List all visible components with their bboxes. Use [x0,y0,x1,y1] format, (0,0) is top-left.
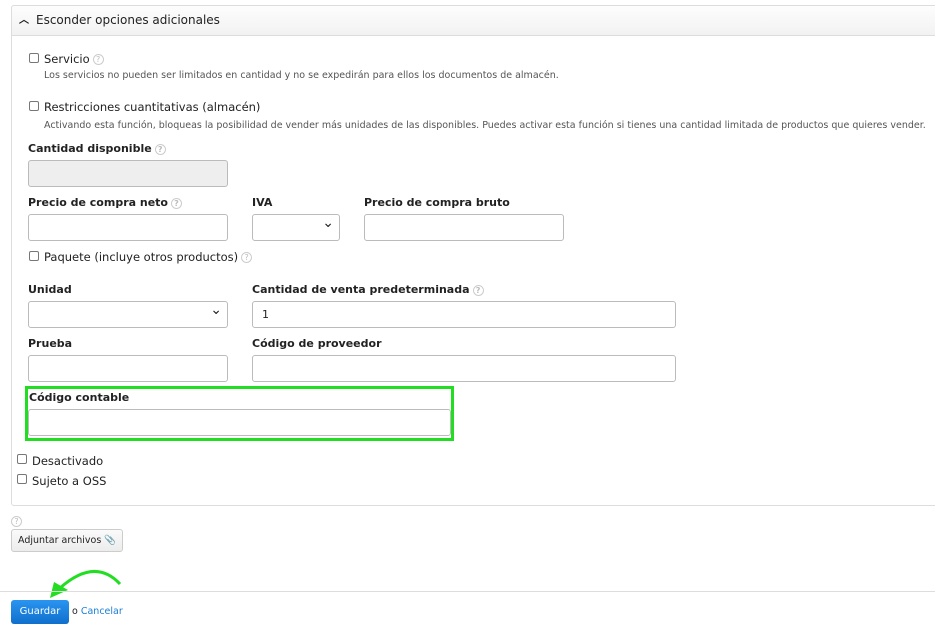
help-icon[interactable]: ? [241,252,253,263]
footer-divider [0,591,935,592]
cantidad-disponible-input [28,160,228,187]
toggle-additional-options[interactable]: ︿ Esconder opciones adicionales [11,5,935,36]
cantidad-venta-label: Cantidad de venta predeterminada [252,283,470,296]
paperclip-icon: 📎 [104,535,117,546]
servicio-label: Servicio [44,52,90,66]
restricciones-label: Restricciones cuantitativas (almacén) [44,100,261,114]
oss-checkbox[interactable] [17,474,27,484]
prueba-input[interactable] [28,355,228,382]
precio-bruto-label: Precio de compra bruto [364,196,510,209]
precio-neto-input[interactable] [28,214,228,241]
cantidad-disponible-label: Cantidad disponible [28,142,152,155]
precio-bruto-input[interactable] [364,214,564,241]
cantidad-venta-input[interactable]: 1 [252,301,676,328]
help-icon[interactable]: ? [154,143,166,155]
arrow-annotation [50,569,122,598]
servicio-desc: Los servicios no pueden ser limitados en… [44,70,559,81]
toggle-label: Esconder opciones adicionales [36,13,220,27]
codigo-proveedor-label: Código de proveedor [252,337,382,350]
unidad-label: Unidad [28,283,72,296]
paquete-label: Paquete (incluye otros productos) [44,250,239,264]
oss-label: Sujeto a OSS [32,474,107,488]
unidad-select[interactable] [28,301,228,328]
cancel-link[interactable]: Cancelar [81,606,123,617]
desactivado-checkbox[interactable] [17,454,27,464]
servicio-checkbox[interactable] [29,53,39,63]
help-icon[interactable]: ? [11,516,22,527]
save-button[interactable]: Guardar [11,600,69,624]
codigo-contable-label: Código contable [29,391,130,404]
paquete-checkbox[interactable] [29,251,39,261]
precio-neto-label: Precio de compra neto [28,196,168,209]
chevron-up-icon: ︿ [19,15,29,26]
iva-label: IVA [252,196,273,209]
or-text: o [72,606,78,617]
codigo-proveedor-input[interactable] [252,355,676,382]
attach-label: Adjuntar archivos [18,535,102,546]
prueba-label: Prueba [28,337,73,350]
restricciones-checkbox[interactable] [29,101,39,111]
iva-select[interactable] [252,214,340,241]
desactivado-label: Desactivado [32,454,104,468]
codigo-contable-input[interactable] [28,409,451,436]
restricciones-desc: Activando esta función, bloqueas la posi… [44,120,926,131]
help-icon[interactable]: ? [92,54,104,65]
help-icon[interactable]: ? [472,284,484,296]
help-icon[interactable]: ? [171,197,182,209]
attach-files-button[interactable]: Adjuntar archivos 📎 [11,529,124,552]
